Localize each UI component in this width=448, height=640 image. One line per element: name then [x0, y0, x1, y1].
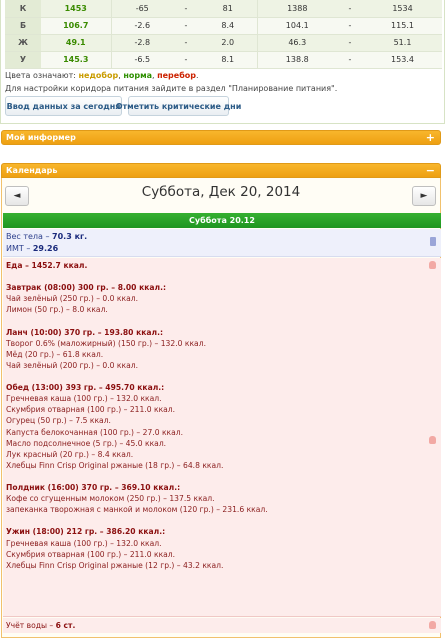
- nutrient-max-delta: 8.4: [199, 17, 258, 35]
- nutrient-max-delta: 8.1: [199, 51, 258, 69]
- meal-title: Ланч (10:00) 370 гр. – 193.80 ккал.:: [6, 327, 164, 337]
- calendar-header[interactable]: Календарь −: [1, 163, 441, 178]
- nutrient-range-low: 1388: [257, 0, 337, 18]
- nutrient-dash: -: [337, 17, 363, 35]
- bmi-row: ИМТ – 29.26: [6, 244, 58, 253]
- color-legend: Цвета означают: недобор, норма, перебор.: [5, 71, 199, 80]
- nutrient-range-high: 51.1: [363, 34, 442, 52]
- water-row: Учёт воды – 6 ст.: [6, 621, 75, 630]
- bmi-value: 29.26: [32, 244, 59, 253]
- meal-title: Ужин (18:00) 212 гр. – 386.20 ккал.:: [6, 527, 166, 537]
- meal-item: Лимон (50 гр.) – 8.0 ккал.: [6, 305, 108, 315]
- legend-over: перебор: [157, 71, 197, 80]
- arrow-left-icon: ◄: [13, 191, 21, 201]
- nutrient-row: К 1453 -65-81 1388-1534: [5, 0, 442, 18]
- legend-prefix: Цвета означают:: [5, 71, 79, 80]
- meal-item: Гречневая каша (100 гр.) – 132.0 ккал.: [6, 538, 162, 548]
- day-label-bar: Суббота 20.12: [3, 213, 441, 228]
- expand-icon[interactable]: +: [426, 131, 435, 144]
- food-log-box[interactable]: Еда – 1452.7 ккал. Завтрак (08:00) 300 гр…: [3, 258, 441, 617]
- nutrient-dash: -: [173, 34, 199, 52]
- food-edit-hand-icon[interactable]: [429, 436, 436, 444]
- nutrition-summary: К 1453 -65-81 1388-1534 Б 106.7 -2.6-8.4 104.1-…: [0, 0, 445, 124]
- nutrient-table: К 1453 -65-81 1388-1534 Б 106.7 -2.6-8.4 104.1-…: [5, 0, 442, 69]
- nutrient-value: 49.1: [41, 34, 112, 52]
- food-total: Еда – 1452.7 ккал.: [6, 261, 88, 270]
- legend-suffix: .: [196, 71, 199, 80]
- legend-under: недобор: [78, 71, 119, 80]
- nutrient-label: Ж: [5, 34, 41, 52]
- nutrient-range-low: 104.1: [257, 17, 337, 35]
- nutrient-label: У: [5, 51, 41, 69]
- nutrient-max-delta: 2.0: [199, 34, 258, 52]
- nutrient-min-delta: -65: [111, 0, 173, 18]
- water-log-box[interactable]: Учёт воды – 6 ст.: [3, 618, 441, 633]
- nutrient-dash: -: [337, 51, 363, 69]
- meal-title: Обед (13:00) 393 гр. – 495.70 ккал.:: [6, 383, 165, 393]
- meal-item: Масло подсолнечное (5 гр.) – 45.0 ккал.: [6, 438, 167, 448]
- calendar-title: Календарь: [6, 166, 58, 175]
- nutrient-row: У 145.3 -6.5-8.1 138.8-153.4: [5, 51, 442, 69]
- nutrient-max-delta: 81: [199, 0, 258, 18]
- nutrient-min-delta: -6.5: [111, 51, 173, 69]
- nutrient-range-low: 138.8: [257, 51, 337, 69]
- weight-value: 70.3 кг.: [52, 232, 88, 241]
- nutrient-label: Б: [5, 17, 41, 35]
- calendar-body: ◄ Суббота, Дек 20, 2014 ► Суббота 20.12 …: [1, 178, 441, 638]
- nutrient-dash: -: [173, 0, 199, 18]
- my-informer-title: Мой информер: [6, 133, 76, 142]
- weight-label: Вес тела –: [6, 232, 53, 241]
- planning-hint: Для настройки коридора питания зайдите в…: [5, 84, 338, 93]
- nutrient-range-high: 115.1: [363, 17, 442, 35]
- meal-item: Капуста белокочанная (100 гр.) – 27.0 кк…: [6, 427, 184, 437]
- meal-item: Лук красный (20 гр.) – 8.4 ккал.: [6, 449, 134, 459]
- meal-item: Хлебцы Finn Crisp Original ржаные (12 гр…: [6, 560, 224, 570]
- next-day-button[interactable]: ►: [412, 186, 436, 206]
- meal-item: Мёд (20 гр.) – 61.8 ккал.: [6, 349, 104, 359]
- nutrient-dash: -: [337, 34, 363, 52]
- nutrient-value: 1453: [41, 0, 112, 18]
- meal-item: запеканка творожная с манкой и молоком (…: [6, 505, 268, 515]
- nutrient-row: Ж 49.1 -2.8-2.0 46.3-51.1: [5, 34, 442, 52]
- edit-weight-icon[interactable]: [430, 237, 436, 246]
- my-informer-header[interactable]: Мой информер +: [1, 130, 441, 145]
- nutrient-range-high: 153.4: [363, 51, 442, 69]
- meal-item: Хлебцы Finn Crisp Original ржаные (18 гр…: [6, 460, 224, 470]
- collapse-icon[interactable]: −: [426, 164, 435, 177]
- meal-title: Полдник (16:00) 370 гр. – 369.10 ккал.:: [6, 483, 181, 492]
- nutrient-value: 145.3: [41, 51, 112, 69]
- nutrient-row: Б 106.7 -2.6-8.4 104.1-115.1: [5, 17, 442, 35]
- nutrient-value: 106.7: [41, 17, 112, 35]
- meal-item: Чай зелёный (250 гр.) – 0.0 ккал.: [6, 294, 139, 304]
- legend-norm: норма: [123, 71, 152, 80]
- nutrient-range-low: 46.3: [257, 34, 337, 52]
- nutrient-min-delta: -2.8: [111, 34, 173, 52]
- meal-item: Гречневая каша (100 гр.) – 132.0 ккал.: [6, 394, 162, 404]
- meal-item: Чай зелёный (200 гр.) – 0.0 ккал.: [6, 360, 139, 370]
- mark-critical-days-button[interactable]: Отметить критические дни: [116, 96, 241, 116]
- water-hand-icon[interactable]: [429, 621, 436, 629]
- meal-item: Скумбрия отварная (100 гр.) – 211.0 ккал…: [6, 405, 176, 415]
- nutrient-range-high: 1534: [363, 0, 442, 18]
- weight-row: Вес тела – 70.3 кг.: [6, 232, 87, 241]
- food-total-hand-icon[interactable]: [429, 261, 436, 269]
- nutrient-dash: -: [173, 51, 199, 69]
- water-value: 6 ст.: [55, 621, 76, 630]
- nutrient-dash: -: [173, 17, 199, 35]
- water-label: Учёт воды –: [6, 621, 56, 630]
- previous-day-button[interactable]: ◄: [5, 186, 29, 206]
- calendar-date-title: Суббота, Дек 20, 2014: [141, 184, 301, 200]
- nutrient-label: К: [5, 0, 41, 18]
- nutrient-dash: -: [337, 0, 363, 18]
- meal-item: Скумбрия отварная (100 гр.) – 211.0 ккал…: [6, 549, 176, 559]
- meal-item: Кофе со сгущенным молоком (250 гр.) – 13…: [6, 494, 215, 504]
- meal-item: Огурец (50 гр.) – 7.5 ккал.: [6, 416, 111, 426]
- body-stats-box[interactable]: Вес тела – 70.3 кг. ИМТ – 29.26: [3, 229, 441, 257]
- nutrient-min-delta: -2.6: [111, 17, 173, 35]
- meal-item: Творог 0.6% (маложирный) (150 гр.) – 132…: [6, 338, 206, 348]
- meal-title: Завтрак (08:00) 300 гр. – 8.00 ккал.:: [6, 283, 167, 293]
- bmi-label: ИМТ –: [6, 244, 33, 253]
- enter-today-data-button[interactable]: Ввод данных за сегодня: [5, 96, 122, 116]
- arrow-right-icon: ►: [420, 191, 428, 201]
